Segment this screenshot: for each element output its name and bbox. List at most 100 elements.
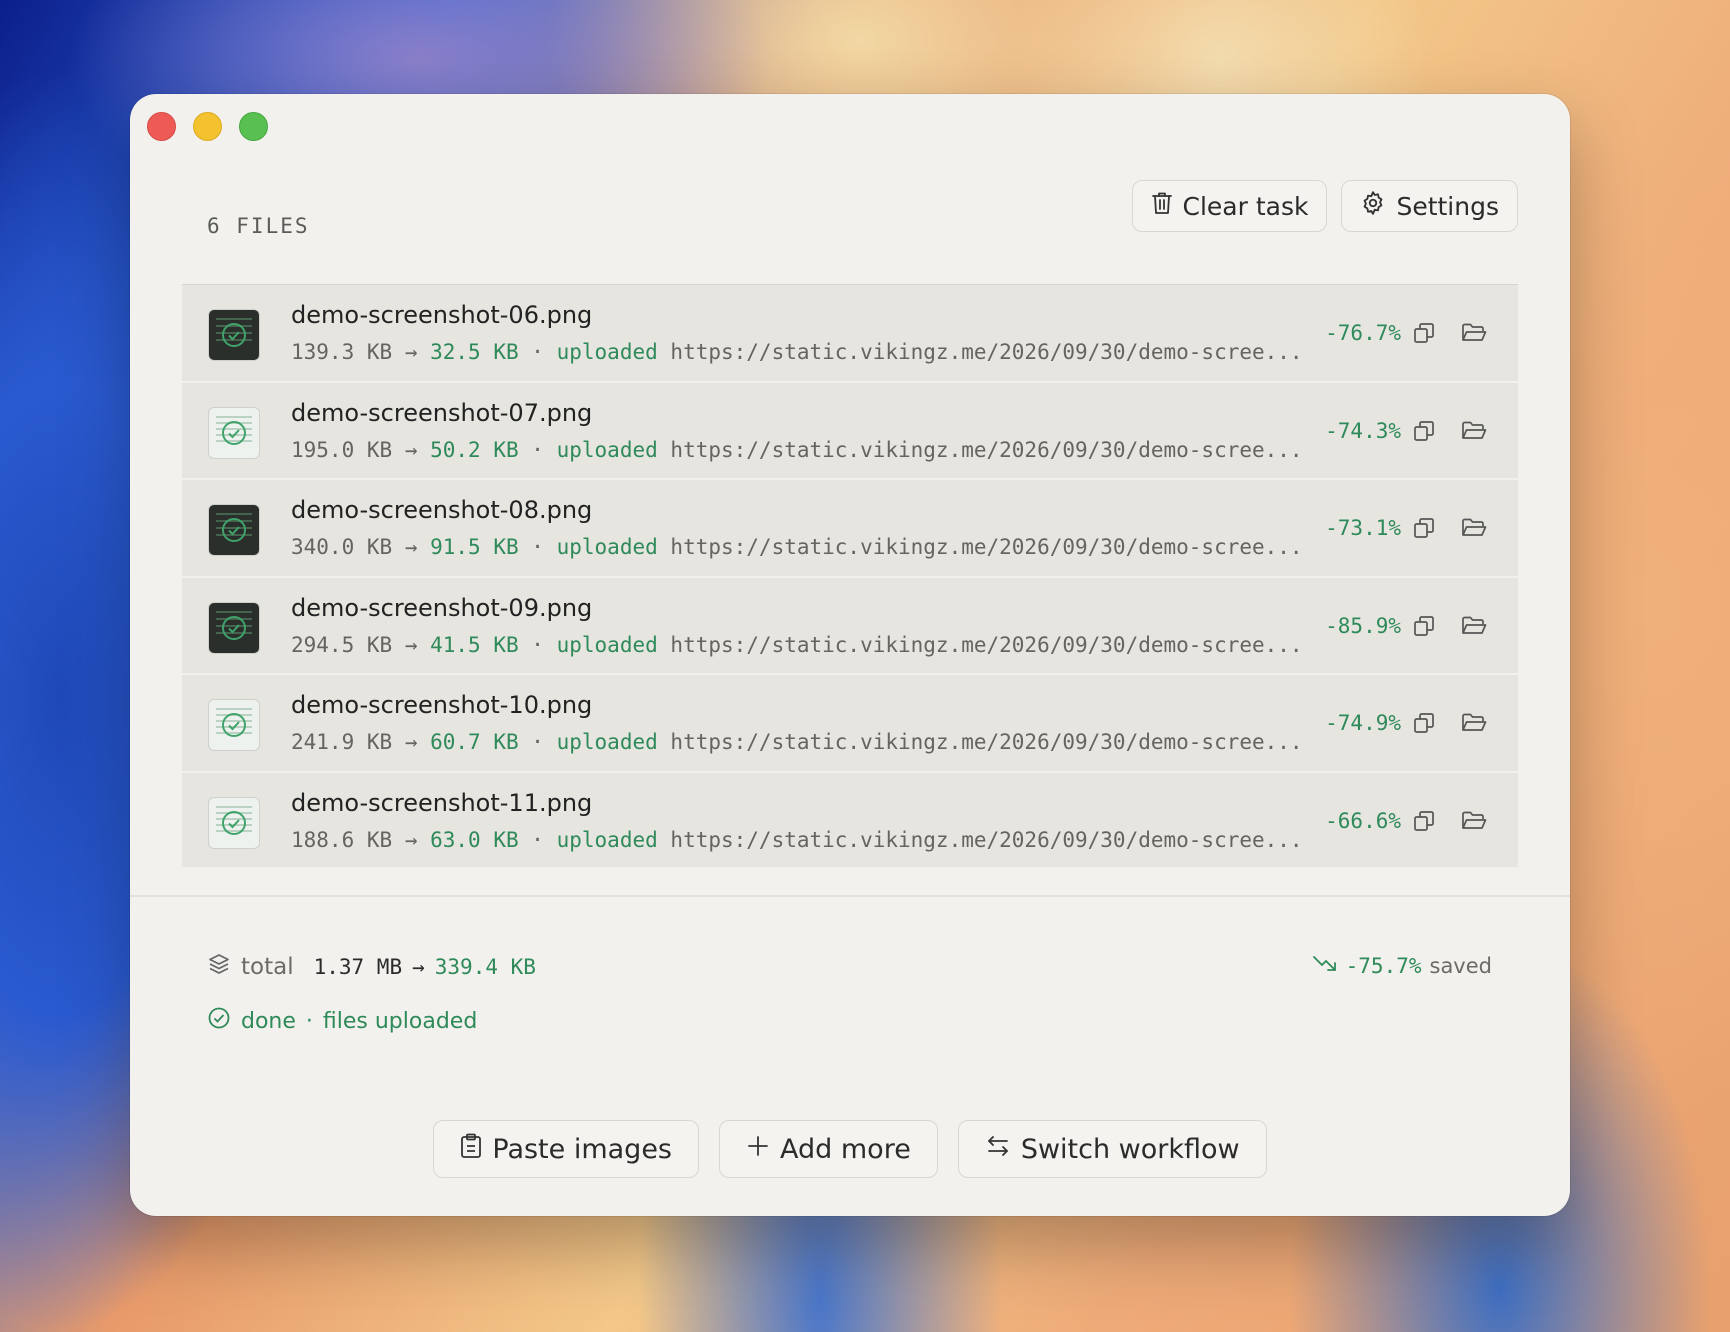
reduction-percent: -73.1%: [1325, 516, 1401, 540]
original-size: 241.9 KB: [291, 730, 393, 754]
file-meta: 188.6 KB → 63.0 KB · uploaded https://st…: [291, 828, 1303, 852]
upload-status: uploaded: [556, 827, 658, 852]
upload-status: uploaded: [556, 340, 658, 364]
total-original: 1.37 MB: [313, 955, 403, 979]
file-meta: 340.0 KB → 91.5 KB · uploaded https://st…: [291, 535, 1303, 559]
status-separator: ·: [305, 1008, 313, 1034]
arrow-icon: →: [404, 340, 418, 364]
switch-workflow-label: Switch workflow: [1020, 1133, 1240, 1165]
upload-status: uploaded: [556, 730, 658, 754]
file-name: demo-screenshot-07.png: [291, 398, 593, 427]
swap-icon: [985, 1134, 1011, 1165]
saved-summary: -75.7% saved: [1312, 952, 1492, 979]
file-url[interactable]: https://static.vikingz.me/2026/09/30/dem…: [670, 340, 1302, 364]
settings-button[interactable]: Settings: [1341, 180, 1518, 232]
copy-icon[interactable]: [1410, 612, 1438, 640]
file-thumbnail: [208, 406, 260, 459]
reduction-percent: -74.9%: [1325, 711, 1401, 735]
clear-task-button[interactable]: Clear task: [1131, 180, 1328, 232]
clear-task-label: Clear task: [1182, 191, 1309, 221]
app-window: 6 FILES Clear task Settings demo-screens…: [130, 94, 1570, 1216]
folder-open-icon[interactable]: [1460, 417, 1488, 445]
file-name: demo-screenshot-09.png: [291, 593, 593, 622]
file-meta: 294.5 KB → 41.5 KB · uploaded https://st…: [291, 633, 1303, 657]
zoom-window-button[interactable]: [239, 112, 268, 141]
compressed-size: 60.7 KB: [430, 730, 519, 754]
file-row: demo-screenshot-09.png 294.5 KB → 41.5 K…: [182, 578, 1518, 675]
folder-open-icon[interactable]: [1460, 514, 1488, 542]
compressed-size: 63.0 KB: [430, 827, 519, 852]
copy-icon[interactable]: [1410, 514, 1438, 542]
original-size: 188.6 KB: [291, 827, 393, 852]
section-divider: [130, 895, 1570, 897]
folder-open-icon[interactable]: [1460, 319, 1488, 347]
compressed-size: 41.5 KB: [430, 632, 519, 657]
separator: ·: [531, 340, 544, 364]
folder-open-icon[interactable]: [1460, 709, 1488, 737]
original-size: 294.5 KB: [291, 632, 393, 657]
reduction-percent: -76.7%: [1325, 321, 1401, 345]
file-url[interactable]: https://static.vikingz.me/2026/09/30/dem…: [670, 438, 1302, 462]
add-more-label: Add more: [780, 1133, 911, 1165]
original-size: 340.0 KB: [291, 535, 393, 559]
arrow-icon: →: [404, 535, 418, 559]
paste-images-label: Paste images: [492, 1133, 673, 1165]
upload-status: uploaded: [556, 437, 658, 462]
copy-icon[interactable]: [1410, 319, 1438, 347]
compressed-size: 32.5 KB: [430, 340, 519, 364]
folder-open-icon[interactable]: [1460, 612, 1488, 640]
file-url[interactable]: https://static.vikingz.me/2026/09/30/dem…: [670, 633, 1302, 657]
minimize-window-button[interactable]: [193, 112, 222, 141]
status-line: done · files uploaded: [207, 1006, 1492, 1036]
file-thumbnail: [208, 796, 260, 849]
file-row: demo-screenshot-10.png 241.9 KB → 60.7 K…: [182, 675, 1518, 773]
file-row: demo-screenshot-07.png 195.0 KB → 50.2 K…: [182, 383, 1518, 480]
plus-icon: [746, 1134, 770, 1165]
reduction-percent: -74.3%: [1325, 418, 1401, 443]
status-text: files uploaded: [322, 1008, 478, 1034]
switch-workflow-button[interactable]: Switch workflow: [957, 1120, 1267, 1178]
file-list: demo-screenshot-06.png 139.3 KB → 32.5 K…: [182, 284, 1518, 867]
folder-open-icon[interactable]: [1460, 807, 1488, 835]
arrow-icon: →: [404, 730, 418, 754]
layers-icon: [207, 952, 231, 982]
file-thumbnail: [208, 601, 260, 654]
file-meta: 195.0 KB → 50.2 KB · uploaded https://st…: [291, 438, 1303, 462]
arrow-icon: →: [412, 955, 425, 979]
file-name: demo-screenshot-08.png: [291, 496, 593, 524]
paste-images-button[interactable]: Paste images: [433, 1120, 700, 1178]
reduction-percent: -85.9%: [1325, 613, 1401, 638]
total-compressed: 339.4 KB: [434, 955, 536, 979]
clipboard-icon: [460, 1133, 482, 1166]
separator: ·: [531, 535, 544, 559]
file-url[interactable]: https://static.vikingz.me/2026/09/30/dem…: [670, 730, 1302, 754]
saved-label: saved: [1429, 953, 1493, 978]
arrow-icon: →: [404, 632, 418, 657]
total-line: total 1.37 MB → 339.4 KB -75.7% saved: [207, 952, 1492, 982]
file-meta: 139.3 KB → 32.5 KB · uploaded https://st…: [291, 340, 1303, 364]
arrow-icon: →: [404, 437, 418, 462]
bottom-actions: Paste images Add more Switch workflow: [130, 1120, 1570, 1178]
original-size: 195.0 KB: [291, 437, 393, 462]
check-circle-icon: [207, 1006, 231, 1036]
file-url[interactable]: https://static.vikingz.me/2026/09/30/dem…: [670, 828, 1302, 852]
separator: ·: [531, 827, 544, 852]
summary: total 1.37 MB → 339.4 KB -75.7% saved do…: [207, 952, 1492, 1036]
saved-percent: -75.7%: [1345, 953, 1422, 978]
copy-icon[interactable]: [1410, 709, 1438, 737]
add-more-button[interactable]: Add more: [719, 1120, 938, 1178]
separator: ·: [531, 730, 544, 754]
status-done: done: [241, 1008, 296, 1034]
upload-status: uploaded: [556, 632, 658, 657]
close-window-button[interactable]: [147, 112, 176, 141]
file-meta: 241.9 KB → 60.7 KB · uploaded https://st…: [291, 730, 1303, 754]
file-url[interactable]: https://static.vikingz.me/2026/09/30/dem…: [670, 535, 1302, 559]
settings-label: Settings: [1396, 191, 1499, 221]
copy-icon[interactable]: [1410, 807, 1438, 835]
file-thumbnail: [208, 504, 260, 556]
total-label: total: [241, 954, 294, 980]
trash-icon: [1151, 191, 1173, 221]
window-controls: [147, 112, 268, 141]
copy-icon[interactable]: [1410, 417, 1438, 445]
separator: ·: [531, 437, 544, 462]
